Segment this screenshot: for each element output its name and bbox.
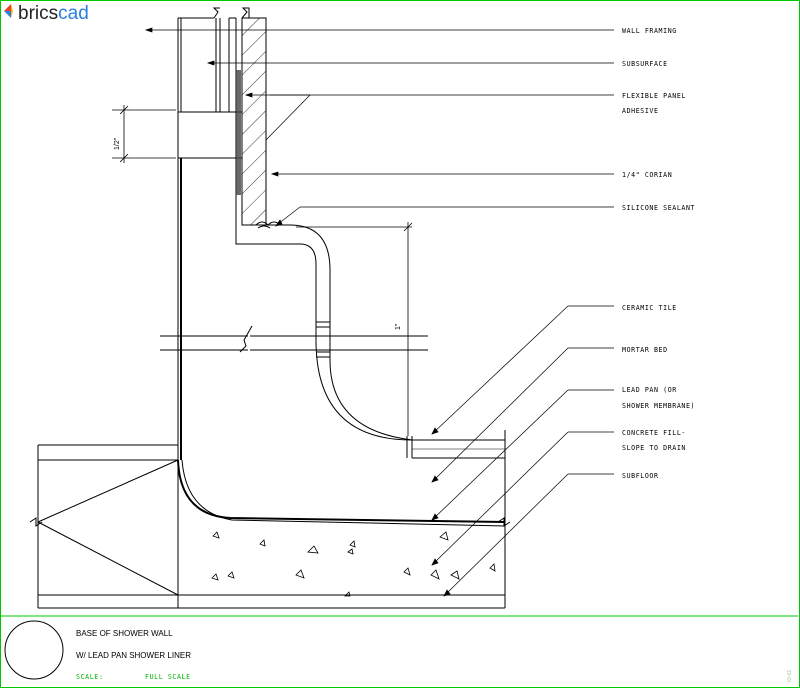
- title-line-2: W/ LEAD PAN SHOWER LINER: [76, 651, 191, 660]
- adhesive-band: [236, 70, 241, 195]
- label-subfloor: SUBFLOOR: [622, 472, 659, 480]
- cove-base-tile: [235, 224, 506, 459]
- concrete-aggregate: [211, 531, 496, 597]
- label-flexible-panel: FLEXIBLE PANEL: [622, 92, 686, 100]
- label-wall-framing: WALL FRAMING: [622, 27, 677, 35]
- callout-labels: WALL FRAMING SUBSURFACE FLEXIBLE PANEL A…: [622, 27, 695, 480]
- label-silicone-sealant: SILICONE SEALANT: [622, 204, 695, 212]
- scale-label: SCALE:: [76, 673, 103, 681]
- logo-text-cad: cad: [58, 3, 89, 24]
- scale-value: FULL SCALE: [145, 673, 191, 681]
- label-slope-to-drain: SLOPE TO DRAIN: [622, 444, 686, 452]
- label-ceramic-tile: CERAMIC TILE: [622, 304, 677, 312]
- subsurface-panel: [228, 17, 237, 225]
- label-concrete-fill: CONCRETE FILL-: [622, 429, 686, 437]
- detail-bubble: [4, 620, 64, 680]
- title-block: BASE OF SHOWER WALL W/ LEAD PAN SHOWER L…: [1, 615, 798, 682]
- side-code: ID-01: [787, 670, 793, 682]
- break-line-horizontal: [160, 325, 428, 353]
- label-subsurface: SUBSURFACE: [622, 60, 668, 68]
- label-lead-pan: LEAD PAN (OR: [622, 386, 677, 394]
- leader-lines: [144, 27, 614, 597]
- label-corian: 1/4" CORIAN: [622, 171, 672, 179]
- corian-panel: [241, 7, 267, 226]
- bricscad-logo-icon: [4, 4, 13, 18]
- lead-pan-membrane: [177, 459, 506, 527]
- logo-text-brics: brics: [18, 3, 58, 24]
- label-mortar-bed: MORTAR BED: [622, 346, 668, 354]
- title-line-1: BASE OF SHOWER WALL: [76, 629, 173, 638]
- dimension-right-label: 1": [395, 323, 402, 330]
- detail-drawing: bricscad 1/2" 1" WALL FRAMING SUBSURFACE…: [1, 3, 798, 682]
- label-adhesive: ADHESIVE: [622, 107, 659, 115]
- wall-framing-stud: [177, 7, 221, 112]
- wall-stud-lower: [177, 158, 182, 460]
- svg-text:bricscad: bricscad: [18, 3, 89, 24]
- bricscad-logo: bricscad: [4, 3, 89, 24]
- dimension-left: [112, 105, 176, 163]
- label-shower-membrane: SHOWER MEMBRANE): [622, 402, 695, 410]
- backer-block: [177, 111, 243, 159]
- dimension-left-label: 1/2": [114, 137, 121, 150]
